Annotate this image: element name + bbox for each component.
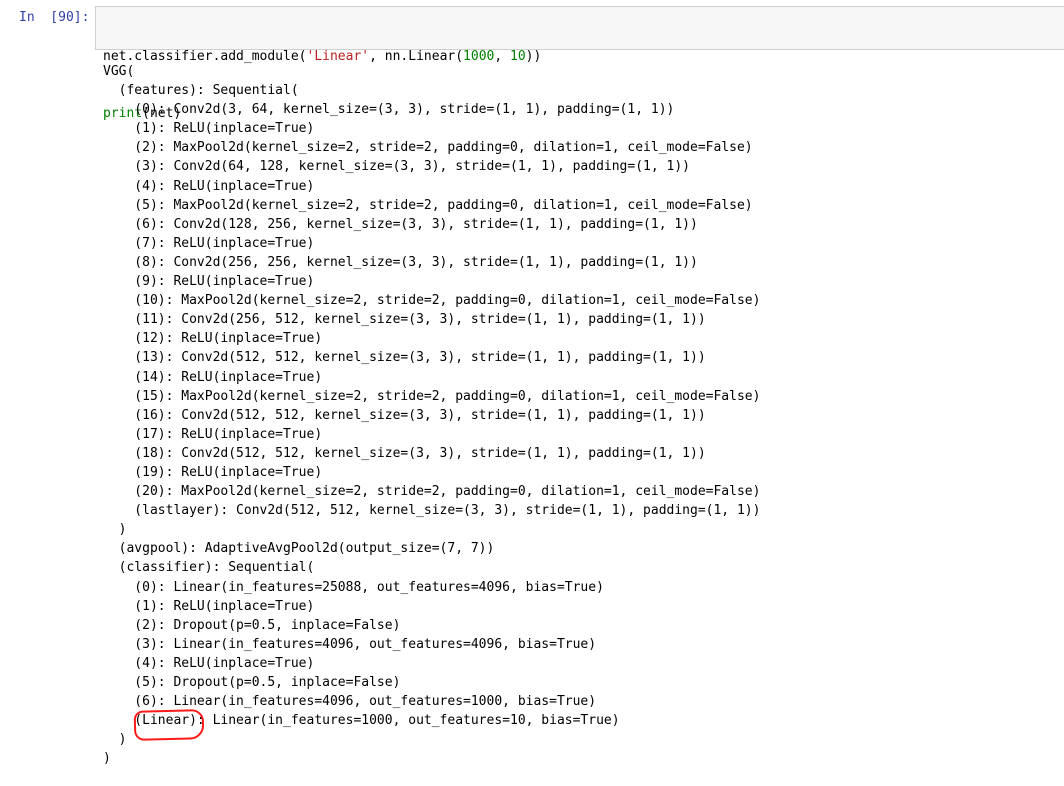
output-line: (2): Dropout(p=0.5, inplace=False): [103, 617, 401, 633]
output-line: (4): ReLU(inplace=True): [103, 655, 315, 671]
output-line: (classifier): Sequential(: [103, 560, 315, 576]
output-line: (8): Conv2d(256, 256, kernel_size=(3, 3)…: [103, 254, 698, 270]
output-line: ): [103, 522, 127, 538]
output-line: (20): MaxPool2d(kernel_size=2, stride=2,…: [103, 484, 761, 500]
output-line: (15): MaxPool2d(kernel_size=2, stride=2,…: [103, 388, 761, 404]
output-line: (0): Linear(in_features=25088, out_featu…: [103, 579, 604, 595]
output-line: (9): ReLU(inplace=True): [103, 274, 315, 290]
output-line: (19): ReLU(inplace=True): [103, 464, 323, 480]
output-line: (7): ReLU(inplace=True): [103, 235, 315, 251]
output-line: (16): Conv2d(512, 512, kernel_size=(3, 3…: [103, 407, 706, 423]
output-line: (4): ReLU(inplace=True): [103, 178, 315, 194]
notebook-code-cell: In [90]: net.classifier.add_module('Line…: [0, 0, 1064, 786]
input-prompt: In [90]:: [19, 10, 90, 25]
output-line: (12): ReLU(inplace=True): [103, 331, 323, 347]
red-annotation-circle: [133, 709, 205, 741]
output-line: (10): MaxPool2d(kernel_size=2, stride=2,…: [103, 293, 761, 309]
output-line: (13): Conv2d(512, 512, kernel_size=(3, 3…: [103, 350, 706, 366]
output-line: (avgpool): AdaptiveAvgPool2d(output_size…: [103, 541, 495, 557]
output-line: ): [103, 751, 111, 767]
output-line: (6): Linear(in_features=4096, out_featur…: [103, 694, 597, 710]
output-line: VGG(: [103, 64, 135, 79]
output-line: (3): Linear(in_features=4096, out_featur…: [103, 636, 597, 652]
cell-output: VGG( (features): Sequential( (0): Conv2d…: [103, 62, 760, 768]
output-line: (5): Dropout(p=0.5, inplace=False): [103, 675, 401, 690]
output-line: (1): ReLU(inplace=True): [103, 121, 315, 137]
output-line: (lastlayer): Conv2d(512, 512, kernel_siz…: [103, 503, 761, 519]
output-line: (14): ReLU(inplace=True): [103, 369, 323, 385]
output-line: (6): Conv2d(128, 256, kernel_size=(3, 3)…: [103, 216, 698, 232]
code-input-area[interactable]: net.classifier.add_module('Linear', nn.L…: [95, 6, 1064, 121]
output-line: (17): ReLU(inplace=True): [103, 426, 323, 442]
output-line: (1): ReLU(inplace=True): [103, 598, 315, 614]
output-line: (5): MaxPool2d(kernel_size=2, stride=2, …: [103, 197, 753, 213]
output-line: (0): Conv2d(3, 64, kernel_size=(3, 3), s…: [103, 102, 675, 118]
output-line: (3): Conv2d(64, 128, kernel_size=(3, 3),…: [103, 159, 690, 175]
output-line: (2): MaxPool2d(kernel_size=2, stride=2, …: [103, 140, 753, 156]
output-line: (features): Sequential(: [103, 83, 299, 99]
output-line: (11): Conv2d(256, 512, kernel_size=(3, 3…: [103, 312, 706, 328]
output-line: (18): Conv2d(512, 512, kernel_size=(3, 3…: [103, 445, 706, 461]
